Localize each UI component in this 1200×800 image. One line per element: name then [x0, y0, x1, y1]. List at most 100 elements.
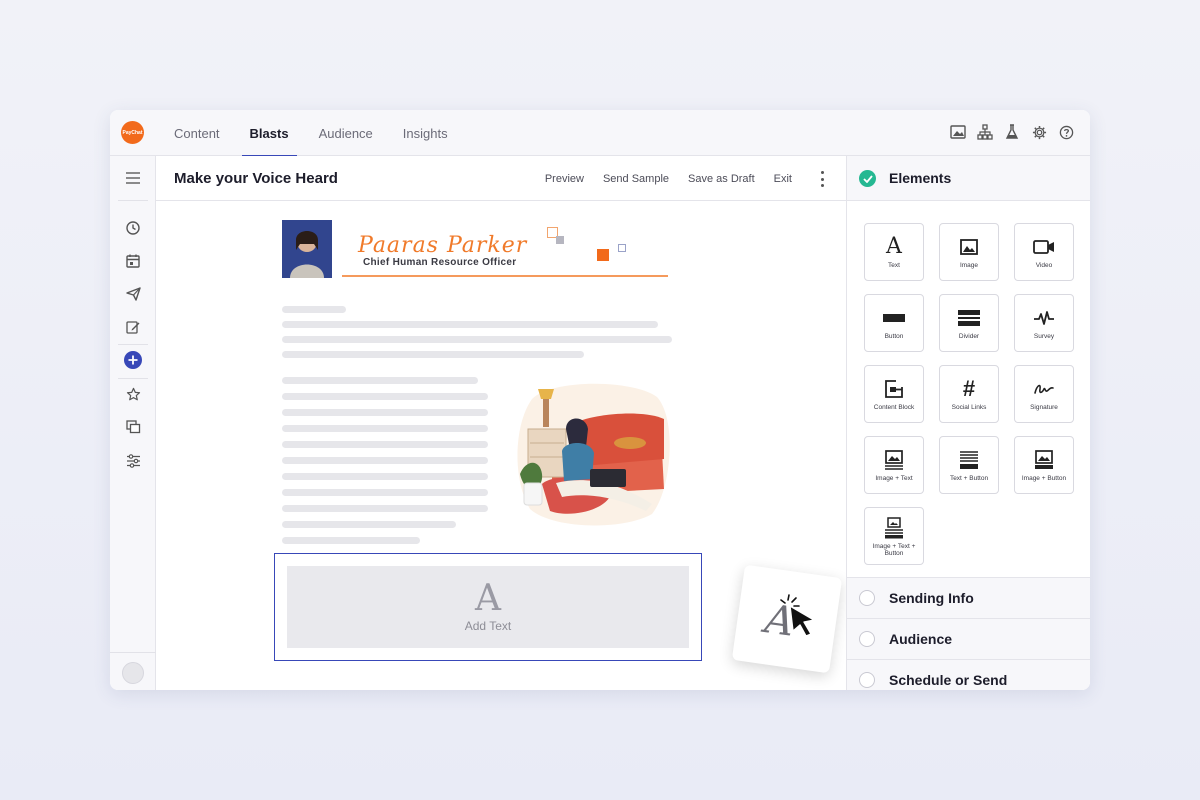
help-icon[interactable] [1058, 124, 1074, 140]
signature-name: Paaras Parker [358, 233, 528, 258]
org-chart-icon[interactable] [977, 124, 993, 140]
placeholder-line [282, 505, 488, 512]
top-toolbar [950, 124, 1074, 140]
clock-icon[interactable] [123, 218, 143, 238]
tab-insights[interactable]: Insights [395, 110, 456, 156]
element-label: Text + Button [949, 475, 989, 482]
top-nav: PayChat Content Blasts Audience Insights [110, 110, 1090, 157]
elements-title: Elements [889, 170, 952, 186]
signature-role: Chief Human Resource Officer [363, 257, 517, 268]
image-button-icon [1034, 448, 1054, 472]
step-radio [859, 672, 875, 688]
element-label: Image + Text [875, 475, 913, 482]
placeholder-line [282, 457, 488, 464]
calendar-icon[interactable] [123, 251, 143, 271]
star-icon[interactable] [123, 384, 143, 404]
app-window: PayChat Content Blasts Audience Insights [110, 110, 1090, 690]
button-icon [883, 306, 905, 330]
image-text-button-icon [884, 516, 904, 540]
sidebar-divider [118, 344, 148, 345]
woman-laptop-illustration [512, 379, 672, 529]
section-label: Schedule or Send [889, 672, 1008, 688]
element-social-links[interactable]: # Social Links [939, 365, 999, 423]
sidebar-divider [118, 200, 148, 201]
pointer-cursor-icon [768, 586, 822, 640]
text-glyph-icon: A [475, 578, 501, 619]
placeholder-line [282, 409, 488, 416]
image-text-icon [884, 448, 904, 472]
tab-content[interactable]: Content [166, 110, 228, 156]
decor-square [618, 244, 626, 252]
app-logo[interactable]: PayChat [121, 121, 144, 144]
text-icon: A [886, 234, 902, 259]
avatar[interactable] [122, 662, 144, 684]
element-label: Image + Button [1021, 475, 1067, 482]
placeholder-line [282, 521, 456, 528]
save-draft-button[interactable]: Save as Draft [688, 173, 755, 185]
signature-underline [342, 275, 668, 277]
step-radio [859, 631, 875, 647]
send-icon[interactable] [123, 284, 143, 304]
check-icon [859, 170, 876, 187]
left-sidebar [110, 156, 156, 690]
placeholder-line [282, 473, 488, 480]
elements-section-header[interactable]: Elements [847, 156, 1090, 201]
element-label: Signature [1030, 404, 1058, 411]
add-text-placeholder[interactable]: A Add Text [287, 566, 689, 648]
flask-icon[interactable] [1004, 124, 1020, 140]
decor-square [597, 249, 609, 261]
pulse-icon [1033, 306, 1055, 330]
element-text[interactable]: A Text [864, 223, 924, 281]
menu-icon[interactable] [123, 168, 143, 188]
exit-button[interactable]: Exit [774, 173, 792, 185]
placeholder-line [282, 393, 488, 400]
signature-photo [282, 220, 332, 278]
element-image[interactable]: Image [939, 223, 999, 281]
element-content-block[interactable]: Content Block [864, 365, 924, 423]
sidebar-divider [110, 652, 156, 653]
section-label: Audience [889, 631, 953, 647]
sidebar-divider [118, 378, 148, 379]
preview-button[interactable]: Preview [545, 173, 584, 185]
content-block-icon [885, 377, 903, 401]
editor-actions: Preview Send Sample Save as Draft Exit [545, 156, 792, 201]
element-image-text[interactable]: Image + Text [864, 436, 924, 494]
more-options-icon[interactable] [820, 171, 824, 187]
text-block-dropzone[interactable]: A Add Text [274, 553, 702, 661]
element-label: Image [959, 262, 979, 269]
sliders-icon[interactable] [123, 451, 143, 471]
element-button[interactable]: Button [864, 294, 924, 352]
element-image-button[interactable]: Image + Button [1014, 436, 1074, 494]
placeholder-line [282, 489, 488, 496]
element-divider[interactable]: Divider [939, 294, 999, 352]
element-signature[interactable]: Signature [1014, 365, 1074, 423]
section-label: Sending Info [889, 590, 974, 606]
image-icon[interactable] [950, 124, 966, 140]
tab-audience[interactable]: Audience [311, 110, 381, 156]
editor-header: Make your Voice Heard Preview Send Sampl… [156, 156, 846, 201]
send-sample-button[interactable]: Send Sample [603, 173, 669, 185]
tab-blasts[interactable]: Blasts [241, 110, 297, 157]
gear-icon[interactable] [1031, 124, 1047, 140]
element-image-text-button[interactable]: Image + Text + Button [864, 507, 924, 565]
edit-icon[interactable] [123, 317, 143, 337]
image-icon [960, 235, 978, 259]
signature-icon [1033, 377, 1055, 401]
main-tabs: Content Blasts Audience Insights [166, 110, 470, 157]
section-schedule-or-send[interactable]: Schedule or Send [847, 659, 1090, 690]
step-radio [859, 590, 875, 606]
element-text-button[interactable]: Text + Button [939, 436, 999, 494]
divider-icon [958, 306, 980, 330]
placeholder-line [282, 377, 478, 384]
add-icon[interactable] [123, 350, 143, 370]
placeholder-line [282, 351, 584, 358]
element-video[interactable]: Video [1014, 223, 1074, 281]
page-title: Make your Voice Heard [174, 170, 338, 187]
copy-icon[interactable] [123, 417, 143, 437]
placeholder-line [282, 336, 672, 343]
video-icon [1033, 235, 1055, 259]
section-sending-info[interactable]: Sending Info [847, 577, 1090, 618]
element-survey[interactable]: Survey [1014, 294, 1074, 352]
section-audience[interactable]: Audience [847, 618, 1090, 659]
element-label: Social Links [951, 404, 987, 411]
